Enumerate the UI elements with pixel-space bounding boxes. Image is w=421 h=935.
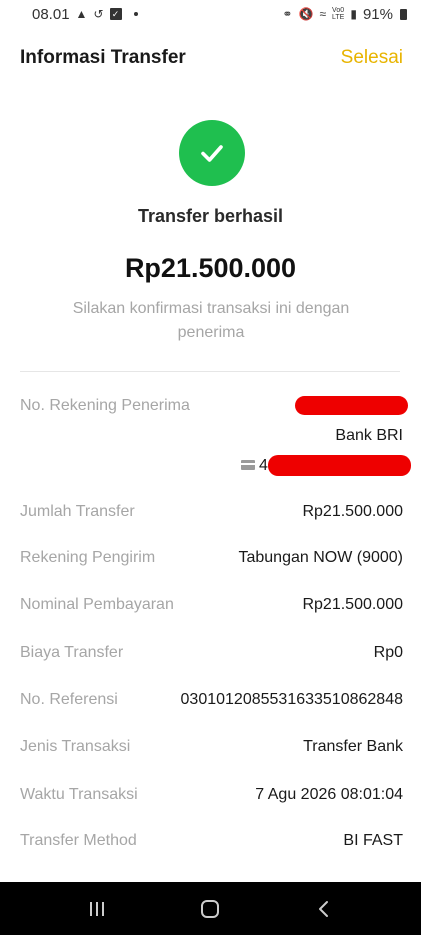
detail-value-transfer-method: BI FAST xyxy=(343,832,403,849)
notification-dot-icon xyxy=(133,12,138,16)
detail-value-fee: Rp0 xyxy=(373,644,403,661)
detail-value-payment-nominal: Rp21.500.000 xyxy=(302,596,403,613)
cloud-icon: ▲ xyxy=(75,7,88,21)
redacted-account-number xyxy=(295,396,408,415)
detail-value-amount: Rp21.500.000 xyxy=(302,503,403,520)
battery-icon xyxy=(400,8,407,20)
app-header: Informasi Transfer Selesai xyxy=(0,40,421,76)
home-icon xyxy=(201,899,220,918)
recipient-account-label: No. Rekening Penerima xyxy=(20,397,190,414)
home-button[interactable] xyxy=(190,894,230,924)
success-badge xyxy=(179,120,245,186)
mute-icon: 🔇 xyxy=(298,7,314,21)
result-subtitle: Silakan konfirmasi transaksi ini dengan … xyxy=(72,300,350,341)
recent-apps-icon xyxy=(89,901,104,916)
detail-value-transaction-type: Transfer Bank xyxy=(303,738,403,755)
detail-label-payment-nominal: Nominal Pembayaran xyxy=(20,596,174,613)
back-icon xyxy=(319,900,329,917)
wifi-icon: ≈ xyxy=(319,7,327,21)
key-icon: ⚭ xyxy=(282,7,293,21)
sync-icon: ↺ xyxy=(93,7,104,21)
status-left: 08.01 ▲ ↺ ✓ xyxy=(32,6,138,23)
transfer-amount: Rp21.500.000 xyxy=(124,253,297,283)
recipient-account-prefix: 4 xyxy=(259,457,268,474)
card-icon xyxy=(241,460,255,470)
done-button[interactable]: Selesai xyxy=(341,47,403,69)
back-button[interactable] xyxy=(304,894,344,924)
task-icon: ✓ xyxy=(109,8,122,20)
battery-percent: 91% xyxy=(362,5,393,23)
detail-label-transfer-method: Transfer Method xyxy=(20,832,137,849)
result-title: Transfer berhasil xyxy=(137,206,284,226)
check-icon xyxy=(201,145,223,162)
recipient-bank: Bank BRI xyxy=(335,427,403,444)
detail-value-reference: 030101208553163351086284​8 xyxy=(180,691,403,708)
detail-value-sender-account: Tabungan NOW (9000) xyxy=(238,549,403,566)
divider xyxy=(20,371,400,372)
page-title: Informasi Transfer xyxy=(20,47,186,68)
detail-label-sender-account: Rekening Pengirim xyxy=(20,549,156,566)
signal-icon: ▮ xyxy=(350,7,357,21)
lte-indicator: Vo0 LTE xyxy=(332,7,345,21)
redacted-account-detail xyxy=(268,455,411,476)
status-right: ⚭ 🔇 ≈ Vo0 LTE ▮ 91% xyxy=(282,6,407,23)
status-bar: 08.01 ▲ ↺ ✓ ⚭ 🔇 ≈ Vo0 LTE ▮ 91% xyxy=(0,0,421,28)
detail-label-transaction-time: Waktu Transaksi xyxy=(20,786,138,803)
recent-apps-button[interactable] xyxy=(77,894,117,924)
detail-value-transaction-time: 7 Agu 2026 08:01:04 xyxy=(255,786,403,803)
system-nav-bar xyxy=(0,882,421,935)
status-time: 08.01 xyxy=(32,5,70,23)
detail-label-fee: Biaya Transfer xyxy=(20,644,124,661)
detail-label-amount: Jumlah Transfer xyxy=(20,503,135,520)
detail-label-transaction-type: Jenis Transaksi xyxy=(20,738,131,755)
detail-label-reference: No. Referensi xyxy=(20,691,118,708)
